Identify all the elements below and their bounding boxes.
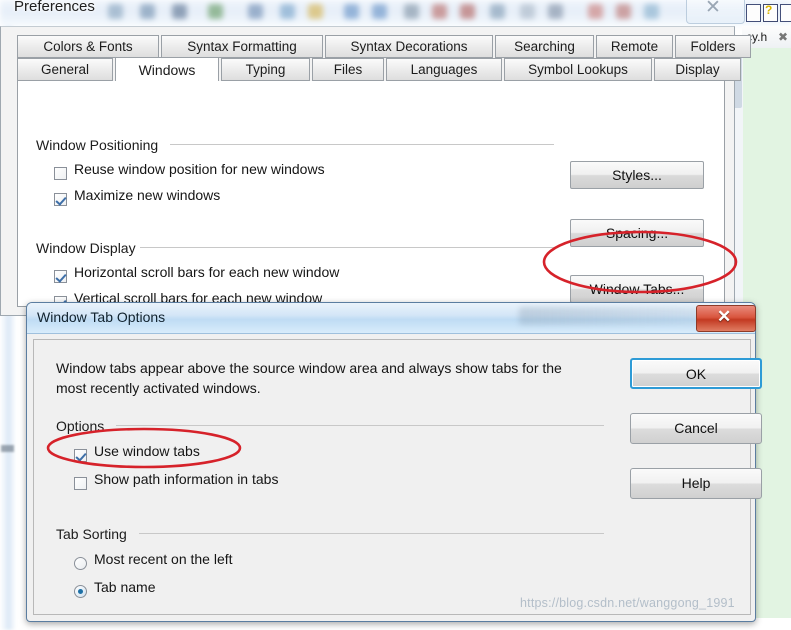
group-rule: [139, 533, 604, 534]
help-button[interactable]: Help: [630, 468, 762, 499]
preferences-close-button[interactable]: ✕: [686, 0, 745, 24]
group-label-window-display: Window Display: [36, 240, 142, 256]
close-icon[interactable]: ✖: [778, 26, 788, 48]
tab-remote[interactable]: Remote: [596, 35, 673, 58]
checkbox-label-maximize-new-windows[interactable]: Maximize new windows: [74, 187, 220, 203]
toolbar-icon: [780, 4, 791, 22]
window-tab-options-close-button[interactable]: ✕: [696, 305, 756, 332]
blurred-right-toolbar-icons: ?: [746, 2, 791, 24]
help-icon: ?: [763, 3, 778, 22]
tab-syntax-decorations[interactable]: Syntax Decorations: [325, 35, 493, 58]
preferences-title: Preferences: [14, 0, 95, 15]
styles-button[interactable]: Styles...: [570, 161, 704, 189]
tab-display[interactable]: Display: [654, 58, 741, 81]
checkbox-label-horizontal-scroll-bars[interactable]: Horizontal scroll bars for each new wind…: [74, 264, 339, 280]
radio-most-recent-on-the-left[interactable]: [74, 557, 87, 570]
window-tab-options-titlebar: Window Tab Options ✕: [27, 303, 756, 334]
watermark: https://blog.csdn.net/wanggong_1991: [520, 596, 735, 610]
radio-label-most-recent-on-the-left[interactable]: Most recent on the left: [94, 551, 233, 567]
tab-typing[interactable]: Typing: [221, 58, 310, 81]
window-tab-options-dialog: Window Tab Options ✕ Window tabs appear …: [26, 302, 762, 622]
window-tabs-button[interactable]: Window Tabs...: [570, 275, 704, 303]
group-label-window-positioning: Window Positioning: [36, 137, 165, 153]
tab-windows[interactable]: Windows: [115, 57, 219, 82]
checkbox-label-use-window-tabs[interactable]: Use window tabs: [94, 443, 200, 459]
tab-general[interactable]: General: [17, 58, 113, 81]
tab-row-1: Colors & Fonts Syntax Formatting Syntax …: [17, 35, 753, 58]
tab-symbol-lookups[interactable]: Symbol Lookups: [504, 58, 652, 81]
window-tab-options-client-area: Window tabs appear above the source wind…: [33, 339, 762, 615]
group-label-tab-sorting: Tab Sorting: [56, 526, 133, 542]
toolbar-icon: [746, 4, 761, 22]
tab-folders[interactable]: Folders: [675, 35, 751, 58]
ok-button[interactable]: OK: [630, 358, 762, 389]
group-rule: [140, 247, 554, 248]
obscured-background-text: [519, 307, 699, 325]
preferences-body: Colors & Fonts Syntax Formatting Syntax …: [0, 26, 751, 359]
checkbox-maximize-new-windows[interactable]: [54, 193, 67, 206]
tab-languages[interactable]: Languages: [386, 58, 502, 81]
checkbox-label-show-path-information[interactable]: Show path information in tabs: [94, 471, 278, 487]
checkbox-reuse-window-position[interactable]: [54, 167, 67, 180]
close-icon[interactable]: ✕: [705, 0, 721, 19]
cancel-button[interactable]: Cancel: [630, 413, 762, 444]
checkbox-show-path-information[interactable]: [74, 477, 87, 490]
close-icon[interactable]: ✕: [717, 307, 731, 327]
preferences-window: Preferences ✕ Colors & Fonts Syntax Form…: [0, 0, 751, 359]
tab-searching[interactable]: Searching: [495, 35, 594, 58]
margin-mark: [1, 445, 14, 452]
tab-files[interactable]: Files: [312, 58, 384, 81]
checkbox-use-window-tabs[interactable]: [74, 449, 87, 462]
tab-colors-and-fonts[interactable]: Colors & Fonts: [17, 35, 159, 58]
checkbox-horizontal-scroll-bars[interactable]: [54, 270, 67, 283]
group-label-options: Options: [56, 418, 111, 434]
window-tab-options-title: Window Tab Options: [37, 309, 166, 325]
radio-label-tab-name[interactable]: Tab name: [94, 579, 155, 595]
group-rule: [170, 144, 554, 145]
tab-syntax-formatting[interactable]: Syntax Formatting: [161, 35, 323, 58]
checkbox-label-reuse-window-position[interactable]: Reuse window position for new windows: [74, 161, 325, 177]
windows-preferences-page: Window Positioning Reuse window position…: [17, 81, 725, 359]
spacing-button[interactable]: Spacing...: [570, 219, 704, 247]
preferences-tab-bar: Colors & Fonts Syntax Formatting Syntax …: [17, 35, 751, 82]
tab-row-2: General Windows Typing Files Languages S…: [17, 57, 743, 82]
radio-tab-name[interactable]: [74, 585, 87, 598]
window-tab-options-description: Window tabs appear above the source wind…: [56, 360, 562, 396]
group-rule: [116, 425, 604, 426]
